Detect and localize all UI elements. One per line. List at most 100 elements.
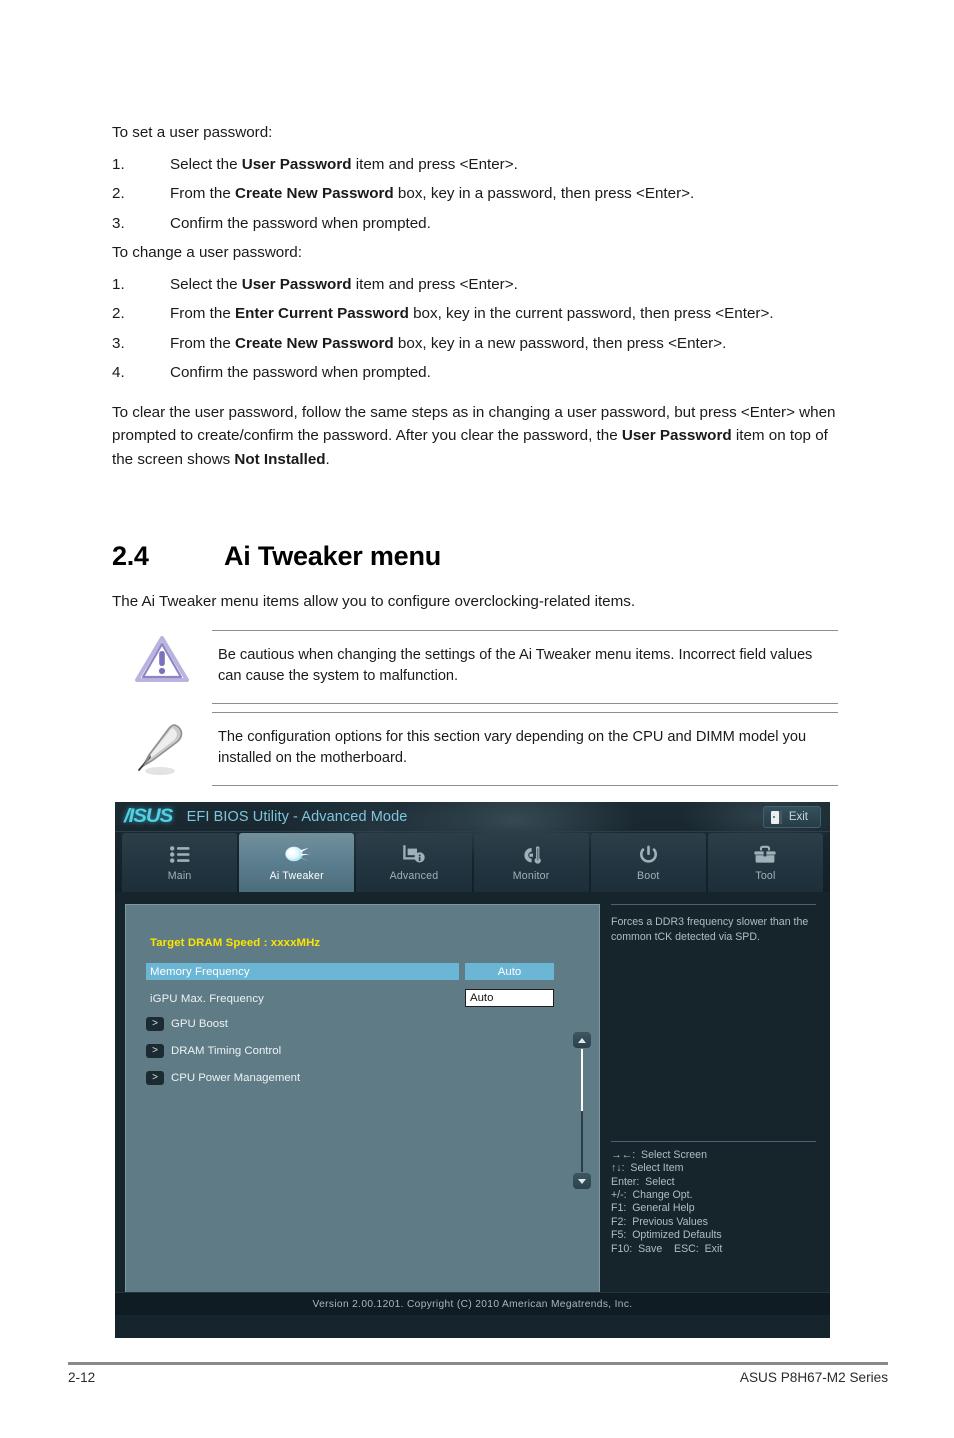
submenu-cpu-power-management[interactable]: > CPU Power Management xyxy=(146,1071,300,1085)
footer-divider xyxy=(68,1362,888,1365)
note-warning: Be cautious when changing the settings o… xyxy=(112,630,838,704)
tab-tool[interactable]: Tool xyxy=(707,833,824,892)
tab-monitor-label: Monitor xyxy=(512,869,550,882)
tab-boot[interactable]: Boot xyxy=(590,833,706,892)
note-body: The configuration options for this secti… xyxy=(212,712,838,786)
list-item: 2. From the Create New Password box, key… xyxy=(112,179,842,209)
exit-door-icon xyxy=(770,810,782,824)
shortcut-item: F1: General Help xyxy=(611,1202,695,1215)
exit-button[interactable]: Exit xyxy=(762,806,821,828)
shortcut-item: F2: Previous Values xyxy=(611,1215,708,1228)
step-number: 3. xyxy=(112,214,125,232)
toolbox-icon xyxy=(753,844,777,866)
asus-logo: /ISUS xyxy=(124,805,173,827)
keyboard-shortcuts-legend: →←: Select Screen ↑↓: Select Item Enter:… xyxy=(611,1140,821,1256)
page-title: 2.4 Ai Tweaker menu xyxy=(112,541,441,572)
help-description: Forces a DDR3 frequency slower than the … xyxy=(611,916,809,943)
shortcut-item: F5: Optimized Defaults xyxy=(611,1229,722,1242)
bios-screenshot: /ISUS EFI BIOS Utility - Advanced Mode E… xyxy=(115,802,830,1338)
step-number: 1. xyxy=(112,275,125,293)
list-item: 3. From the Create New Password box, key… xyxy=(112,329,842,359)
chevron-right-icon: > xyxy=(146,1071,164,1085)
list-icon xyxy=(169,844,190,866)
note-body: Be cautious when changing the settings o… xyxy=(212,630,838,704)
tab-tool-label: Tool xyxy=(755,869,776,882)
divider xyxy=(611,1140,816,1142)
note-info: The configuration options for this secti… xyxy=(112,712,838,786)
igpu-max-frequency-input[interactable]: Auto xyxy=(465,989,554,1007)
step-text: From the Create New Password box, key in… xyxy=(170,334,727,352)
bios-content-area: Target DRAM Speed : xxxxMHz Memory Frequ… xyxy=(115,892,830,1315)
scrollbar-thumb[interactable] xyxy=(581,1049,583,1111)
clear-password-paragraph: To clear the user password, follow the s… xyxy=(112,403,836,468)
setting-igpu-max-frequency[interactable]: iGPU Max. Frequency Auto xyxy=(146,989,586,1007)
triangle-down-icon xyxy=(578,1178,586,1184)
step-text: Confirm the password when prompted. xyxy=(170,364,431,381)
divider xyxy=(611,904,816,905)
section-intro: The Ai Tweaker menu items allow you to c… xyxy=(112,593,636,610)
shortcut-item: →←: Select Screen xyxy=(611,1148,707,1161)
comet-icon xyxy=(284,844,310,866)
setting-memory-frequency[interactable]: Memory Frequency Auto xyxy=(146,963,586,980)
bios-tab-bar: Main Ai Tweaker Advanced Monitor Boot To… xyxy=(115,833,830,892)
change-password-steps: 1. Select the User Password item and pre… xyxy=(112,270,842,388)
memory-frequency-value[interactable]: Auto xyxy=(465,963,554,980)
help-panel: Forces a DDR3 frequency slower than the … xyxy=(611,904,821,1304)
tab-monitor[interactable]: Monitor xyxy=(473,833,589,892)
exit-button-label: Exit xyxy=(788,811,808,823)
bios-version-text: Version 2.00.1201. Copyright (C) 2010 Am… xyxy=(312,1298,633,1310)
tab-advanced[interactable]: Advanced xyxy=(356,833,472,892)
intro-set-password: To set a user password: xyxy=(112,124,273,141)
note-text: Be cautious when changing the settings o… xyxy=(218,647,813,684)
tab-advanced-label: Advanced xyxy=(389,869,439,882)
tab-main[interactable]: Main xyxy=(122,833,238,892)
bios-titlebar: /ISUS EFI BIOS Utility - Advanced Mode E… xyxy=(115,802,830,832)
triangle-up-icon xyxy=(578,1037,586,1043)
note-text: The configuration options for this secti… xyxy=(218,729,807,766)
document-body: To set a user password: 1. Select the Us… xyxy=(112,118,842,472)
list-item: 3. Confirm the password when prompted. xyxy=(112,209,842,239)
set-password-steps: 1. Select the User Password item and pre… xyxy=(112,150,842,239)
chevron-right-icon: > xyxy=(146,1044,164,1058)
scroll-down-button[interactable] xyxy=(573,1173,591,1189)
section-title: Ai Tweaker menu xyxy=(224,541,442,571)
list-item: 4. Confirm the password when prompted. xyxy=(112,358,842,388)
shortcut-item: +/-: Change Opt. xyxy=(611,1188,693,1201)
step-number: 3. xyxy=(112,334,125,352)
intro-change-password: To change a user password: xyxy=(112,244,302,261)
scroll-up-button[interactable] xyxy=(573,1032,591,1048)
step-text: Confirm the password when prompted. xyxy=(170,214,431,232)
power-icon xyxy=(639,844,658,866)
submenu-label: GPU Boost xyxy=(171,1018,228,1030)
shortcut-item: ↑↓: Select Item xyxy=(611,1162,684,1175)
shortcut-item: Enter: Select xyxy=(611,1175,675,1188)
tab-ai-tweaker-label: Ai Tweaker xyxy=(269,869,324,882)
tab-ai-tweaker[interactable]: Ai Tweaker xyxy=(239,833,355,892)
chevron-right-icon: > xyxy=(146,1017,164,1031)
setting-label-highlight: Memory Frequency xyxy=(146,963,459,980)
page-model-name: ASUS P8H67-M2 Series xyxy=(739,1370,888,1385)
submenu-label: DRAM Timing Control xyxy=(171,1045,282,1057)
list-item: 1. Select the User Password item and pre… xyxy=(112,270,842,300)
submenu-dram-timing-control[interactable]: > DRAM Timing Control xyxy=(146,1044,281,1058)
page-number: 2-12 xyxy=(68,1370,96,1385)
step-number: 2. xyxy=(112,305,125,322)
section-number: 2.4 xyxy=(112,541,149,571)
step-text: From the Enter Current Password box, key… xyxy=(170,305,774,322)
tab-boot-label: Boot xyxy=(636,869,660,882)
monitor-info-icon xyxy=(403,844,425,866)
shortcut-item: F10: Save ESC: Exit xyxy=(611,1242,723,1255)
tab-main-label: Main xyxy=(167,869,192,882)
step-text: Select the User Password item and press … xyxy=(170,155,518,173)
setting-label: iGPU Max. Frequency xyxy=(150,992,264,1005)
bios-version-footer: Version 2.00.1201. Copyright (C) 2010 Am… xyxy=(115,1292,830,1315)
warning-triangle-icon xyxy=(112,630,212,704)
settings-panel: Target DRAM Speed : xxxxMHz Memory Frequ… xyxy=(125,904,600,1304)
setting-label: Memory Frequency xyxy=(150,965,250,978)
settings-scrollbar[interactable] xyxy=(573,1032,591,1189)
submenu-gpu-boost[interactable]: > GPU Boost xyxy=(146,1017,228,1031)
submenu-label: CPU Power Management xyxy=(171,1072,301,1084)
list-item: 2. From the Enter Current Password box, … xyxy=(112,299,842,329)
gauge-thermometer-icon xyxy=(520,844,542,866)
step-number: 1. xyxy=(112,155,125,173)
